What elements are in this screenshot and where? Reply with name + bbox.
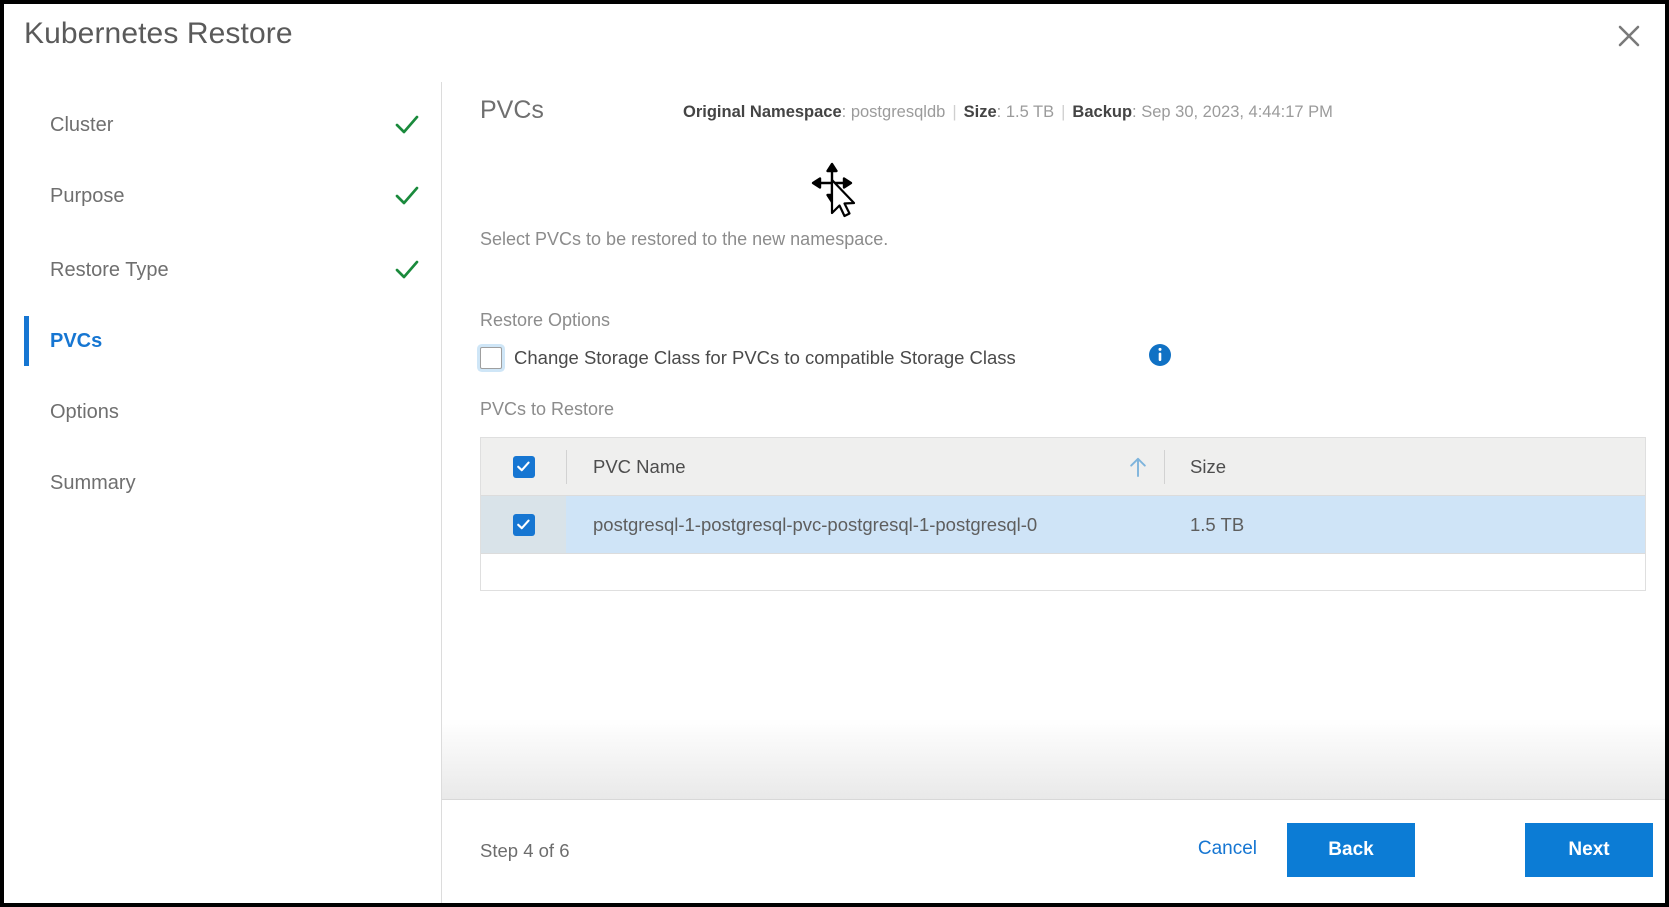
- cell-pvc-name: postgresql-1-postgresql-pvc-postgresql-1…: [593, 513, 1038, 535]
- backup-key: Backup: [1072, 103, 1133, 121]
- table-footer-row: [481, 554, 1645, 590]
- page-title: Kubernetes Restore: [24, 17, 293, 50]
- backup-value: Sep 30, 2023, 4:44:17 PM: [1141, 103, 1333, 121]
- dialog-titlebar: Kubernetes Restore: [4, 4, 1665, 82]
- check-icon: [394, 257, 420, 283]
- meta-separator: |: [1061, 103, 1066, 121]
- pvcs-panel: PVCs Original Namespace: postgresqldb | Si…: [442, 82, 1665, 903]
- sidebar-item-label: Cluster: [50, 113, 114, 136]
- sidebar-item-cluster[interactable]: Cluster: [4, 88, 441, 162]
- select-all-checkbox[interactable]: [512, 455, 535, 478]
- panel-instructions: Select PVCs to be restored to the new na…: [480, 229, 889, 249]
- back-button[interactable]: Back: [1287, 823, 1415, 877]
- namespace-value: postgresqldb: [850, 103, 946, 121]
- check-icon: [394, 183, 420, 209]
- active-indicator-bar: [24, 316, 29, 366]
- storage-class-option-row: Change Storage Class for PVCs to compati…: [480, 340, 1016, 376]
- backup-metadata: Original Namespace: postgresqldb | Size: 1…: [683, 103, 1333, 121]
- change-storage-class-label[interactable]: Change Storage Class for PVCs to compati…: [514, 347, 1016, 369]
- info-icon[interactable]: [1148, 343, 1172, 367]
- dialog-body: Cluster Purpose Restore Type PVCs Option…: [4, 82, 1665, 903]
- restore-options-label: Restore Options: [480, 310, 611, 330]
- sidebar-item-label: PVCs: [50, 329, 103, 352]
- change-storage-class-checkbox[interactable]: [480, 347, 502, 369]
- cell-size: 1.5 TB: [1190, 513, 1245, 535]
- sidebar-item-pvcs[interactable]: PVCs: [4, 304, 441, 378]
- cancel-button[interactable]: Cancel: [1198, 838, 1257, 860]
- column-header-pvc-name[interactable]: PVC Name: [567, 438, 1112, 495]
- row-select-cell: [481, 496, 566, 553]
- table-row[interactable]: postgresql-1-postgresql-pvc-postgresql-1…: [481, 496, 1645, 554]
- size-key: Size: [963, 103, 997, 121]
- select-all-cell: [481, 438, 566, 495]
- step-counter: Step 4 of 6: [480, 840, 570, 861]
- sidebar-item-restore-type[interactable]: Restore Type: [4, 233, 441, 307]
- pvc-table: PVC Name Size postgresql-1-postgresql-pv…: [480, 437, 1646, 591]
- panel-header: PVCs Original Namespace: postgresqldb | Si…: [442, 82, 1665, 142]
- scroll-shadow: [442, 719, 1665, 799]
- next-button[interactable]: Next: [1525, 823, 1653, 877]
- kubernetes-restore-dialog: Kubernetes Restore Cluster Purpose Resto…: [4, 4, 1665, 903]
- dialog-footer: Step 4 of 6 Cancel Back Next: [442, 800, 1665, 903]
- sidebar-item-options[interactable]: Options: [4, 375, 441, 449]
- size-value: 1.5 TB: [1005, 103, 1055, 121]
- steps-navigation: Cluster Purpose Restore Type PVCs Option…: [4, 82, 441, 903]
- row-checkbox[interactable]: [512, 513, 535, 536]
- sidebar-item-label: Summary: [50, 471, 136, 494]
- table-header-row: PVC Name Size: [481, 438, 1645, 496]
- column-header-size[interactable]: Size: [1165, 438, 1645, 495]
- sidebar-item-label: Options: [50, 400, 119, 423]
- sidebar-item-summary[interactable]: Summary: [4, 446, 441, 520]
- cell-spacer: [1112, 496, 1164, 553]
- close-icon[interactable]: [1607, 14, 1651, 58]
- sidebar-item-label: Restore Type: [50, 258, 169, 281]
- pvcs-to-restore-label: PVCs to Restore: [480, 399, 615, 419]
- panel-title: PVCs: [480, 96, 544, 124]
- check-icon: [394, 112, 420, 138]
- namespace-key: Original Namespace: [683, 103, 842, 121]
- arrow-up-icon[interactable]: [1112, 438, 1164, 495]
- sidebar-item-label: Purpose: [50, 184, 125, 207]
- sidebar-item-purpose[interactable]: Purpose: [4, 159, 441, 233]
- meta-separator: |: [952, 103, 957, 121]
